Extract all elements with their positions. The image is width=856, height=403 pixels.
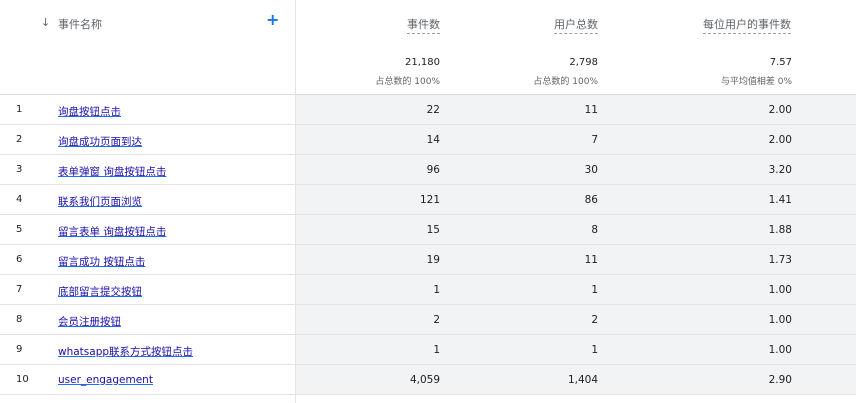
total-per-user-diff: 与平均值相差 0%	[720, 77, 792, 87]
total-event-count-share: 占总数的 100%	[375, 77, 440, 87]
per-user-cell: 1.41	[768, 194, 792, 206]
per-user-cell: 3.20	[768, 164, 792, 176]
event-name-link[interactable]: 会员注册按钮	[58, 314, 121, 329]
column-header-events-per-user[interactable]: 每位用户的事件数	[703, 16, 791, 34]
event-name-link[interactable]: 联系我们页面浏览	[58, 194, 142, 209]
row-index: 1	[16, 104, 23, 115]
event-name-link[interactable]: whatsapp联系方式按钮点击	[58, 344, 193, 359]
row-index: 8	[16, 314, 23, 325]
table-row[interactable]: 7 底部留言提交按钮 1 1 1.00	[0, 275, 856, 305]
event-name-link[interactable]: 询盘按钮点击	[58, 104, 121, 119]
event-name-link[interactable]: 底部留言提交按钮	[58, 284, 142, 299]
table-row[interactable]: 10 user_engagement 4,059 1,404 2.90	[0, 365, 856, 395]
event-name-link[interactable]: 留言成功 按钮点击	[58, 254, 145, 269]
table-row[interactable]: 5 留言表单 询盘按钮点击 15 8 1.88	[0, 215, 856, 245]
total-users: 2,798	[569, 57, 598, 68]
per-user-cell: 1.73	[768, 254, 792, 266]
total-users-cell: 86	[584, 194, 598, 206]
event-name-link[interactable]: 留言表单 询盘按钮点击	[58, 224, 166, 239]
row-index: 4	[16, 194, 23, 205]
column-header-event-count[interactable]: 事件数	[407, 16, 440, 34]
event-count-cell: 96	[426, 164, 440, 176]
total-users-cell: 8	[591, 224, 598, 236]
total-users-cell: 1,404	[567, 374, 598, 386]
per-user-cell: 2.00	[768, 134, 792, 146]
row-index: 7	[16, 284, 23, 295]
event-count-cell: 1	[433, 284, 440, 296]
per-user-cell: 1.00	[768, 344, 792, 356]
table-row[interactable]: 8 会员注册按钮 2 2 1.00	[0, 305, 856, 335]
table-row[interactable]: 3 表单弹窗 询盘按钮点击 96 30 3.20	[0, 155, 856, 185]
total-event-count: 21,180	[405, 57, 440, 68]
per-user-cell: 2.90	[768, 374, 792, 386]
row-index: 3	[16, 164, 23, 175]
row-index: 10	[16, 374, 29, 385]
table-header: ↓ 事件名称 + 事件数 用户总数 每位用户的事件数 21,180 占总数的 1…	[0, 0, 856, 95]
total-per-user: 7.57	[769, 57, 792, 68]
event-name-link[interactable]: 表单弹窗 询盘按钮点击	[58, 164, 166, 179]
total-users-cell: 7	[591, 134, 598, 146]
event-count-cell: 2	[433, 314, 440, 326]
arrow-down-icon[interactable]: ↓	[41, 16, 50, 29]
row-index: 9	[16, 344, 23, 355]
per-user-cell: 1.88	[768, 224, 792, 236]
total-users-cell: 1	[591, 344, 598, 356]
event-name-link[interactable]: 询盘成功页面到达	[58, 134, 142, 149]
table-row[interactable]: 4 联系我们页面浏览 121 86 1.41	[0, 185, 856, 215]
row-index: 5	[16, 224, 23, 235]
plus-icon[interactable]: +	[266, 12, 279, 28]
total-users-share: 占总数的 100%	[533, 77, 598, 87]
events-table: ↓ 事件名称 + 事件数 用户总数 每位用户的事件数 21,180 占总数的 1…	[0, 0, 856, 403]
table-row[interactable]: 6 留言成功 按钮点击 19 11 1.73	[0, 245, 856, 275]
event-name-link[interactable]: user_engagement	[58, 374, 153, 386]
event-count-cell: 1	[433, 344, 440, 356]
event-count-cell: 22	[426, 104, 440, 116]
event-count-cell: 15	[426, 224, 440, 236]
event-count-cell: 19	[426, 254, 440, 266]
total-users-cell: 11	[584, 104, 598, 116]
total-users-cell: 30	[584, 164, 598, 176]
column-divider	[295, 0, 296, 403]
per-user-cell: 1.00	[768, 284, 792, 296]
per-user-cell: 1.00	[768, 314, 792, 326]
total-users-cell: 11	[584, 254, 598, 266]
row-index: 2	[16, 134, 23, 145]
event-count-cell: 121	[419, 194, 440, 206]
table-row[interactable]: 1 询盘按钮点击 22 11 2.00	[0, 95, 856, 125]
event-count-cell: 14	[426, 134, 440, 146]
event-count-cell: 4,059	[409, 374, 440, 386]
total-users-cell: 1	[591, 284, 598, 296]
table-row[interactable]: 9 whatsapp联系方式按钮点击 1 1 1.00	[0, 335, 856, 365]
column-header-total-users[interactable]: 用户总数	[554, 16, 598, 34]
table-row[interactable]: 2 询盘成功页面到达 14 7 2.00	[0, 125, 856, 155]
row-index: 6	[16, 254, 23, 265]
column-header-event-name[interactable]: 事件名称	[58, 16, 102, 32]
total-users-cell: 2	[591, 314, 598, 326]
per-user-cell: 2.00	[768, 104, 792, 116]
